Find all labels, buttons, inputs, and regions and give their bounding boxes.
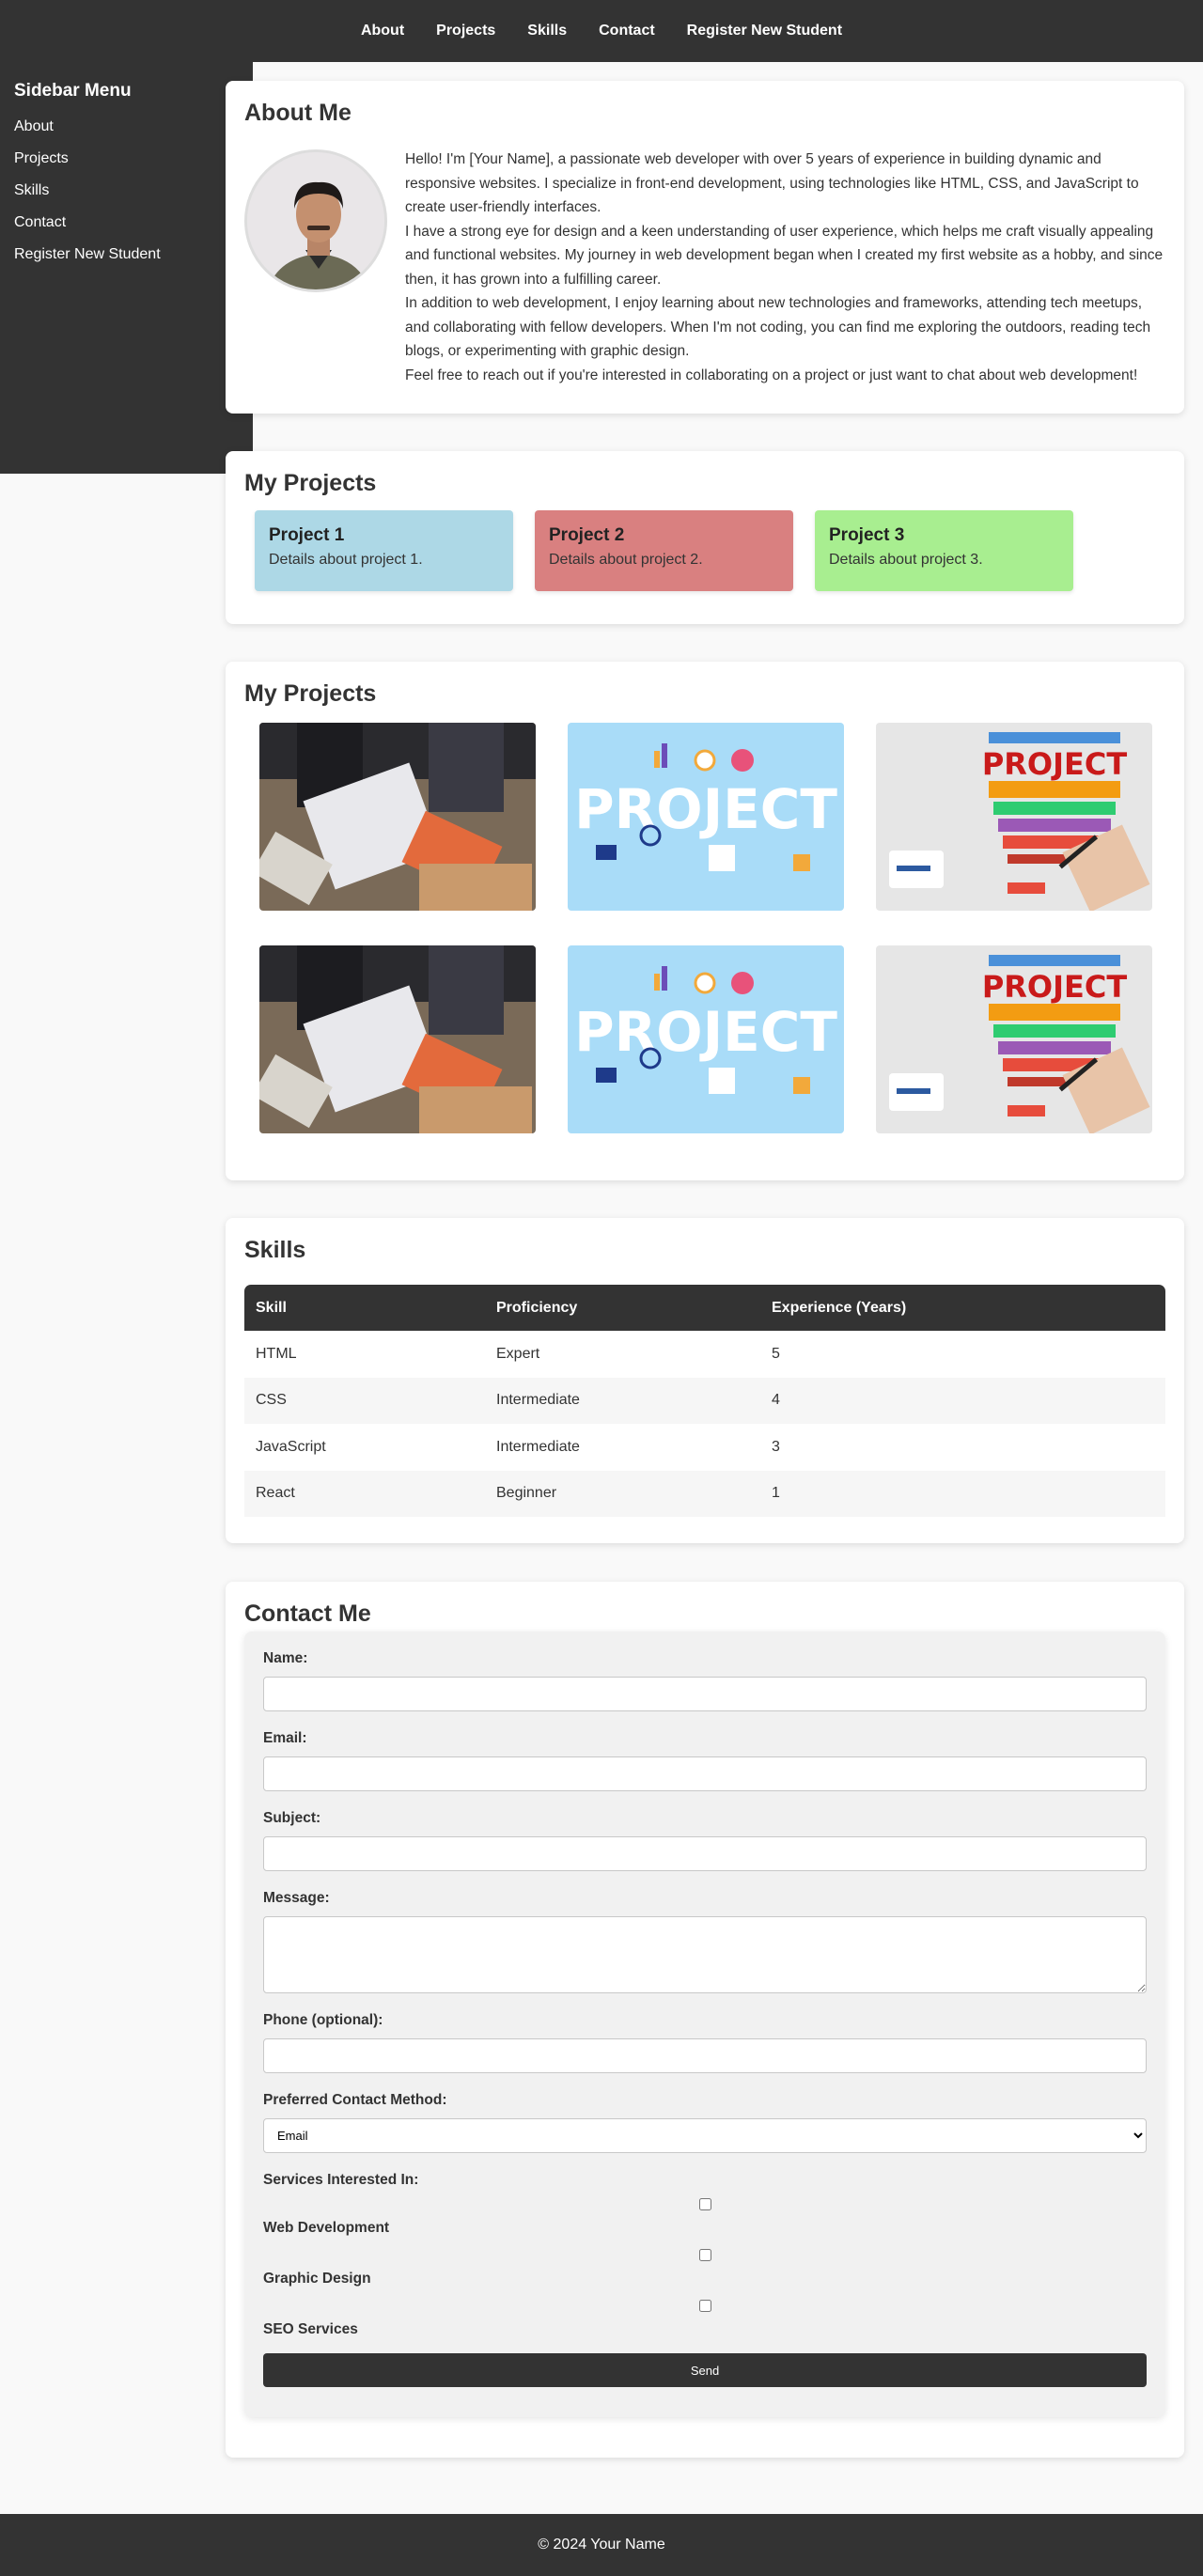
email-label: Email: (263, 1730, 307, 1746)
projects-section: My Projects Project 1 Details about proj… (226, 451, 1184, 624)
gallery-tile-word: PROJECT (982, 969, 1128, 1005)
service-label: Web Development (263, 2220, 390, 2236)
nav-link-contact[interactable]: Contact (599, 23, 655, 39)
gallery-image-team (259, 723, 536, 911)
email-field[interactable] (263, 1756, 1147, 1791)
phone-label: Phone (optional): (263, 2012, 383, 2028)
table-cell: React (256, 1485, 295, 1502)
contact-form: Name: Email: Subject: Message: Phone (op… (244, 1631, 1165, 2417)
column-header: Skill (256, 1299, 287, 1316)
contact-method-select[interactable]: Email (263, 2118, 1147, 2153)
project-card-3[interactable]: Project 3 Details about project 3. (815, 510, 1073, 591)
sidebar-item-skills[interactable]: Skills (14, 182, 239, 199)
table-row: CSS Intermediate 4 (244, 1377, 1165, 1424)
gallery-tile-word: PROJECT (574, 777, 837, 841)
subject-label: Subject: (263, 1810, 321, 1826)
service-checkbox-seo-services[interactable] (698, 2300, 711, 2312)
table-cell: 5 (772, 1345, 780, 1362)
about-text: Hello! I'm [Your Name], a passionate web… (405, 148, 1165, 387)
gallery-heading: My Projects (244, 680, 377, 707)
about-heading: About Me (244, 100, 352, 126)
nav-link-projects[interactable]: Projects (436, 23, 495, 39)
gallery-image-project-illustration: PROJECT (568, 945, 844, 1133)
gallery-image-team (259, 945, 536, 1133)
table-cell: 3 (772, 1438, 780, 1455)
footer: © 2024 Your Name (0, 2514, 1203, 2576)
table-header-row: Skill Proficiency Experience (Years) (244, 1285, 1165, 1331)
service-checkbox-web-development[interactable] (698, 2198, 711, 2210)
subject-field[interactable] (263, 1836, 1147, 1871)
project-card-details: Details about project 1. (269, 552, 423, 568)
table-cell: 4 (772, 1392, 780, 1409)
service-label: Graphic Design (263, 2271, 371, 2287)
skills-table: Skill Proficiency Experience (Years) HTM… (244, 1285, 1165, 1517)
phone-field[interactable] (263, 2038, 1147, 2073)
message-label: Message: (263, 1890, 330, 1906)
gallery-image-project-lightbulb: PROJECT (876, 723, 1152, 911)
table-cell: JavaScript (256, 1438, 326, 1455)
skills-section: Skills Skill Proficiency Experience (Yea… (226, 1218, 1184, 1543)
about-paragraph: Hello! I'm [Your Name], a passionate web… (405, 151, 1139, 215)
gallery-image-project-lightbulb: PROJECT (876, 945, 1152, 1133)
table-cell: 1 (772, 1485, 780, 1502)
gallery-tile-word: PROJECT (982, 746, 1128, 782)
table-row: JavaScript Intermediate 3 (244, 1424, 1165, 1471)
table-cell: CSS (256, 1392, 287, 1409)
name-field[interactable] (263, 1677, 1147, 1711)
nav-link-skills[interactable]: Skills (527, 23, 567, 39)
project-card-details: Details about project 2. (549, 552, 703, 568)
services-label: Services Interested In: (263, 2172, 419, 2188)
projects-heading: My Projects (244, 470, 377, 496)
skills-heading: Skills (244, 1237, 306, 1263)
contact-heading: Contact Me (244, 1600, 371, 1627)
sidebar: Sidebar Menu About Projects Skills Conta… (0, 62, 253, 474)
about-paragraph: In addition to web development, I enjoy … (405, 295, 1151, 359)
about-paragraph: I have a strong eye for design and a kee… (405, 223, 1164, 288)
column-header: Experience (Years) (772, 1299, 907, 1316)
name-label: Name: (263, 1650, 308, 1666)
top-nav: About Projects Skills Contact Register N… (0, 0, 1203, 62)
sidebar-item-contact[interactable]: Contact (14, 214, 239, 231)
project-card-title: Project 3 (829, 525, 905, 545)
project-card-details: Details about project 3. (829, 552, 983, 568)
table-cell: Expert (496, 1345, 540, 1362)
project-card-2[interactable]: Project 2 Details about project 2. (535, 510, 793, 591)
service-checkbox-graphic-design[interactable] (698, 2249, 711, 2261)
project-card-title: Project 2 (549, 525, 625, 545)
project-card-1[interactable]: Project 1 Details about project 1. (255, 510, 513, 591)
contact-method-label: Preferred Contact Method: (263, 2092, 447, 2108)
contact-section: Contact Me Name: Email: Subject: Message… (226, 1582, 1184, 2458)
table-row: React Beginner 1 (244, 1470, 1165, 1517)
table-cell: Intermediate (496, 1392, 580, 1409)
sidebar-title: Sidebar Menu (14, 81, 132, 101)
about-paragraph: Feel free to reach out if you're interes… (405, 367, 1138, 383)
gallery-section: My Projects PROJECT PROJECT PROJECT PROJ… (226, 662, 1184, 1180)
table-cell: HTML (256, 1345, 297, 1362)
nav-link-register[interactable]: Register New Student (687, 23, 842, 39)
send-button[interactable]: Send (263, 2353, 1147, 2387)
about-section: About Me Hello! I'm [Your Name], a passi… (226, 81, 1184, 414)
sidebar-item-about[interactable]: About (14, 118, 239, 135)
column-header: Proficiency (496, 1299, 578, 1316)
table-row: HTML Expert 5 (244, 1331, 1165, 1378)
table-cell: Intermediate (496, 1438, 580, 1455)
gallery-image-project-illustration: PROJECT (568, 723, 844, 911)
avatar (244, 149, 387, 292)
message-field[interactable] (263, 1916, 1147, 1993)
service-label: SEO Services (263, 2321, 358, 2337)
footer-text: © 2024 Your Name (538, 2537, 665, 2553)
project-card-title: Project 1 (269, 525, 345, 545)
gallery-tile-word: PROJECT (574, 1000, 837, 1064)
sidebar-item-projects[interactable]: Projects (14, 150, 239, 167)
sidebar-item-register[interactable]: Register New Student (14, 246, 239, 263)
nav-link-about[interactable]: About (361, 23, 404, 39)
table-cell: Beginner (496, 1485, 557, 1502)
